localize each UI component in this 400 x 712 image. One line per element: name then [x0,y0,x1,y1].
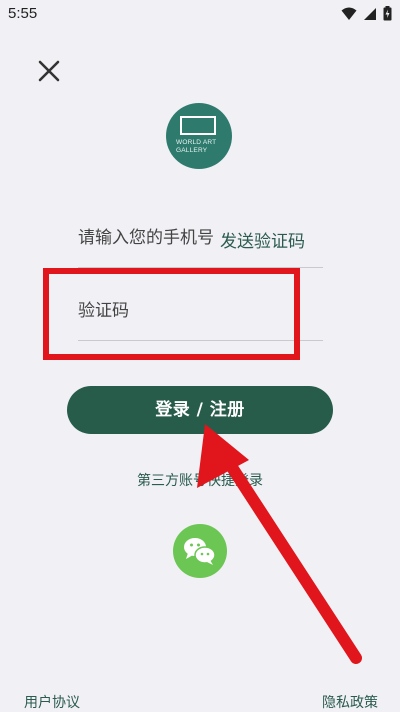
phone-underline [78,267,323,268]
third-party-login-label: 第三方账号快捷登录 [137,473,263,489]
status-icons [341,6,392,21]
status-bar: 5:55 [0,0,400,30]
app-logo: WORLD ART GALLERY [166,103,232,169]
code-underline [78,340,323,341]
user-agreement-link[interactable]: 用户协议 [24,692,80,712]
privacy-policy-link[interactable]: 隐私政策 [322,692,378,712]
wifi-icon [341,7,357,20]
signal-icon [364,7,376,20]
phone-input[interactable] [78,224,213,252]
close-button[interactable] [34,56,64,86]
logo-line1: WORLD ART [176,139,217,146]
wechat-login-button[interactable] [173,524,227,578]
wechat-icon [184,538,216,565]
verification-code-input[interactable] [78,296,318,326]
login-register-button[interactable]: 登录 / 注册 [67,386,333,434]
logo-frame [180,116,216,135]
logo-line2: GALLERY [176,147,208,154]
code-row [78,296,323,341]
battery-charging-icon [383,6,392,21]
logo-text: WORLD ART GALLERY [176,139,224,155]
close-icon [38,60,60,82]
phone-row: 发送验证码 [78,224,323,268]
status-time: 5:55 [8,5,38,22]
send-code-button[interactable]: 发送验证码 [220,227,305,252]
